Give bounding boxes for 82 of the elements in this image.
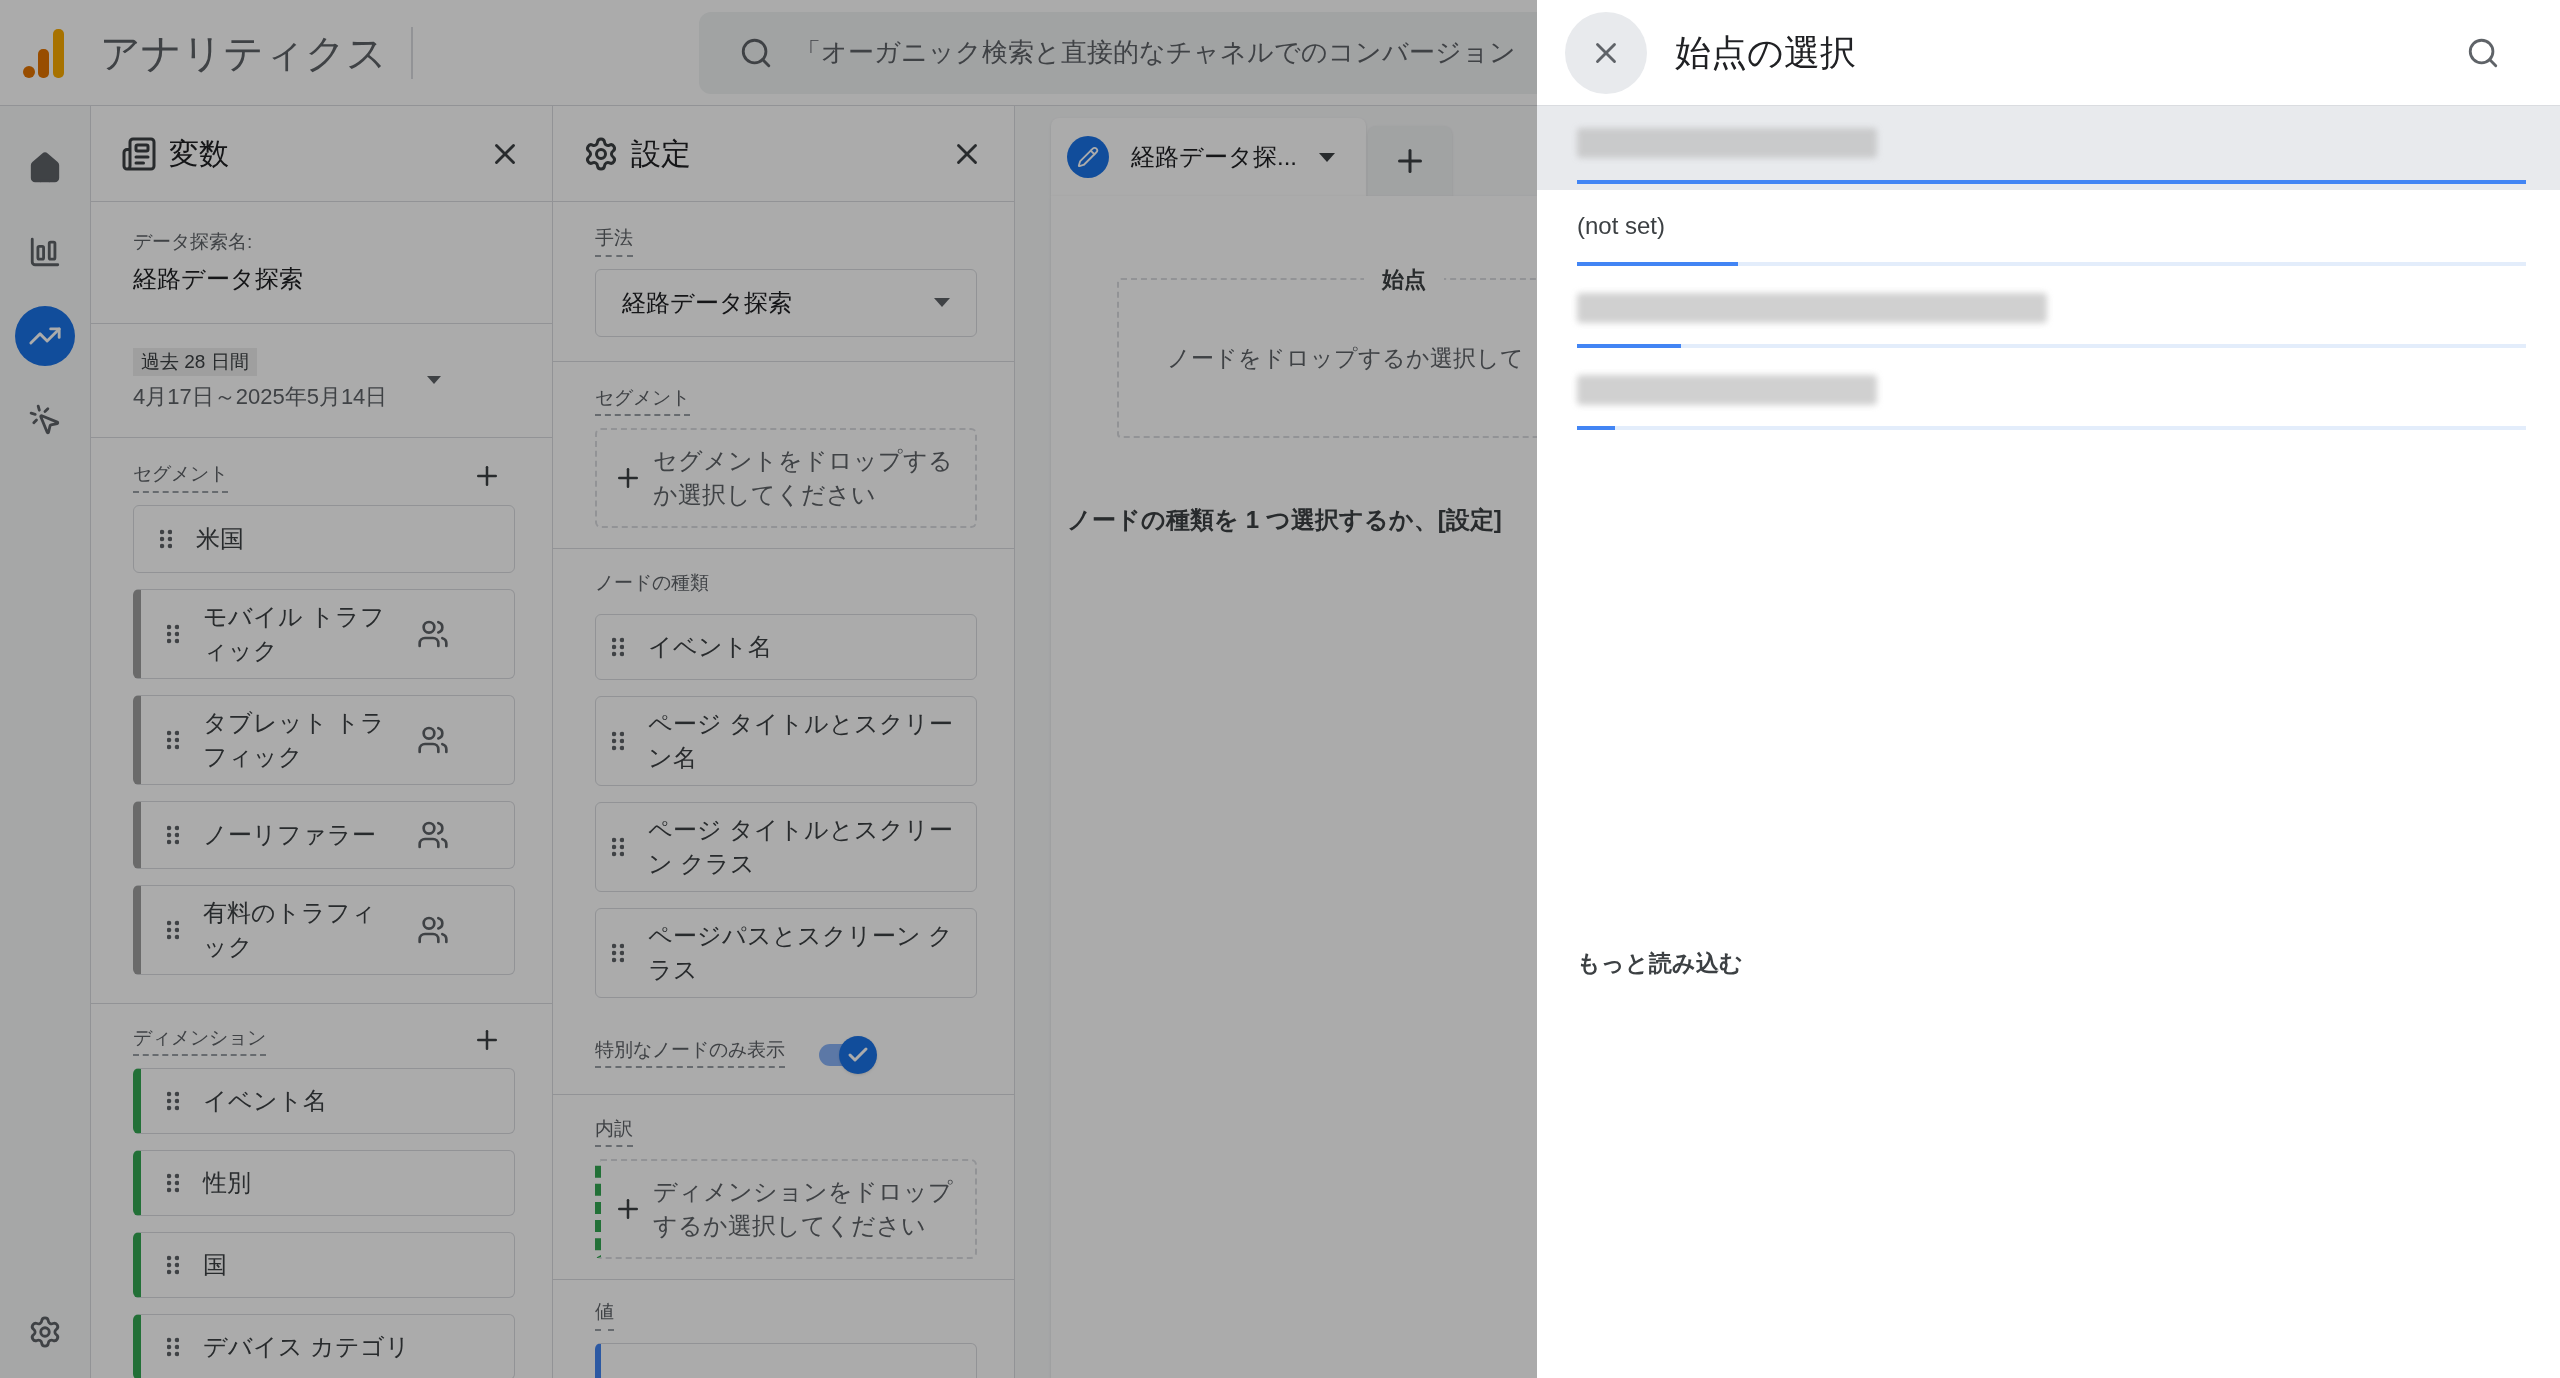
drop-hint: セグメントをドロップするか選択してください [653,446,954,510]
node-type-chip[interactable]: イベント名 [595,613,977,680]
dimension-chip[interactable]: デバイス カテゴリ [133,1314,515,1378]
node-type-chip[interactable]: ページ タイトルとスクリーン名 [595,695,977,786]
home-icon[interactable] [28,151,62,185]
field-label: データ探索名: [133,230,254,254]
dimension-chip[interactable]: 性別 [133,1150,515,1216]
chip-label: モバイル トラフィック [203,601,386,666]
drag-handle-icon[interactable] [167,919,179,940]
settings-icon [583,135,619,172]
date-badge: 過去 28 日間 [133,347,257,376]
chip-label: デバイス カテゴリ [203,1332,410,1362]
section-label: ディメンション [133,1023,266,1056]
segment-chip[interactable]: ノーリファラー [133,800,515,869]
dimension-chip[interactable]: イベント名 [133,1068,515,1134]
date-range-picker[interactable]: 過去 28 日間 4月17日～2025年5月14日 [91,323,552,438]
drag-handle-icon[interactable] [167,729,179,750]
chip-label: 性別 [203,1168,251,1198]
chip-label: 有料のトラフィック [203,897,377,962]
dropdown-arrow-icon [427,376,442,385]
drag-handle-icon[interactable] [167,1255,179,1275]
start-point-option[interactable] [1537,106,2560,190]
bar-chart-icon[interactable] [28,235,62,269]
load-more-link[interactable]: もっと読み込む [1577,946,1743,981]
section-label: 手法 [595,224,633,257]
drag-handle-icon[interactable] [612,730,624,751]
toggle-label: 特別なノードのみ表示 [595,1035,785,1068]
exploration-name[interactable]: 経路データ探索 [133,260,510,297]
segment-chip[interactable]: タブレット トラフィック [133,694,515,785]
drag-handle-icon[interactable] [612,942,624,963]
dimension-chip[interactable]: 国 [133,1232,515,1298]
chip-label: イベント名 [203,1086,327,1116]
technique-dropdown[interactable]: 経路データ探索 [595,268,977,337]
drag-handle-icon[interactable] [612,636,624,657]
drag-handle-icon[interactable] [167,1173,179,1193]
panel-title: 設定 [631,136,691,172]
drag-handle-icon[interactable] [167,623,179,644]
segment-chip[interactable]: 有料のトラフィック [133,884,515,975]
chip-label: 国 [203,1250,227,1280]
section-label: ノードの種類 [595,571,710,595]
option-label: (not set) [1577,211,1666,241]
segment-drop-zone[interactable]: セグメントをドロップするか選択してください [595,428,977,528]
drawer-title: 始点の選択 [1675,30,1856,75]
node-type-chip[interactable]: ページ タイトルとスクリーン クラス [595,801,977,892]
drag-handle-icon[interactable] [167,1091,179,1111]
date-range: 4月17日～2025年5月14日 [133,383,388,411]
chip-label: ページ タイトルとスクリーン名 [648,708,954,773]
drag-handle-icon[interactable] [167,1337,179,1357]
chip-label: 米国 [196,523,245,554]
app-title: アナリティクス [100,26,413,79]
section-label: 内訳 [595,1114,633,1147]
edit-icon[interactable] [1067,136,1109,178]
drag-handle-icon[interactable] [612,836,624,857]
chip-label: イベント名 [648,631,772,662]
segment-chip[interactable]: 米国 [133,504,515,573]
drop-hint: ノードをドロップするか選択して [1167,343,1524,373]
chip-label: ページ タイトルとスクリーン クラス [648,814,954,879]
pointer-click-icon[interactable] [28,403,62,437]
nav-item[interactable] [15,306,75,366]
chip-label: ページパスとスクリーン クラス [648,920,954,985]
toggle-switch[interactable] [817,1035,877,1074]
panel-title: 変数 [169,136,229,172]
start-point-option[interactable]: (not set) [1537,190,2560,272]
dropdown-arrow-icon [934,298,950,307]
node-type-chip[interactable]: ページパスとスクリーン クラス [595,907,977,998]
drag-handle-icon[interactable] [167,824,179,845]
section-label: セグメント [595,383,690,416]
dropdown-arrow-icon[interactable] [1319,152,1335,162]
settings-icon[interactable] [28,1315,62,1349]
section-label: セグメント [133,460,228,493]
search-field[interactable]: 「オーガニック検索と直接的なチャネルでのコンバージョン [699,11,1537,94]
segment-chip[interactable]: モバイル トラフィック [133,588,515,679]
drag-handle-icon[interactable] [160,528,172,549]
drop-hint: ディメンションをドロップするか選択してください [653,1177,954,1241]
chip-label: ノーリファラー [203,819,377,850]
exploration-tab[interactable]: 経路データ探... [1051,118,1366,196]
variables-icon [121,135,157,172]
section-label: 値 [595,1298,614,1331]
instruction-text: ノードの種類を 1 つ選択するか、[設定] [1067,505,1503,535]
chip-label: タブレット トラフィック [203,707,386,772]
breakdown-drop-zone[interactable]: ディメンションをドロップするか選択してください [595,1159,977,1259]
analytics-logo-icon [22,26,66,79]
